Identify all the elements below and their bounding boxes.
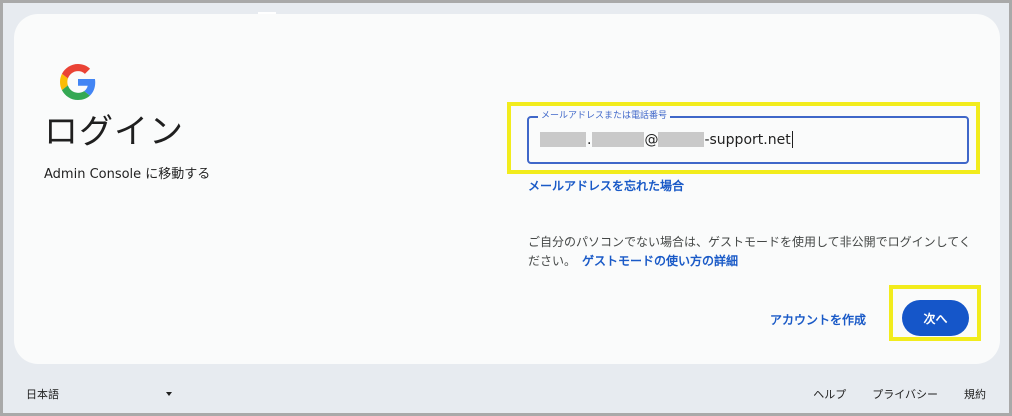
forgot-email-link[interactable]: メールアドレスを忘れた場合 bbox=[528, 177, 684, 194]
redacted-text bbox=[592, 132, 645, 147]
footer-privacy-link[interactable]: プライバシー bbox=[872, 386, 938, 402]
dropdown-arrow-icon bbox=[166, 392, 172, 396]
email-field-label: メールアドレスまたは電話番号 bbox=[538, 110, 671, 122]
email-field[interactable]: メールアドレスまたは電話番号 . @ -support.net bbox=[527, 110, 969, 164]
email-at-sign: @ bbox=[644, 131, 659, 148]
redacted-text bbox=[540, 132, 586, 147]
create-account-link[interactable]: アカウントを作成 bbox=[770, 311, 866, 328]
email-separator-dot: . bbox=[587, 131, 592, 148]
footer-help-link[interactable]: ヘルプ bbox=[813, 386, 846, 402]
footer-terms-link[interactable]: 規約 bbox=[964, 386, 986, 402]
email-field-value[interactable]: . @ -support.net bbox=[540, 131, 793, 148]
google-logo-icon bbox=[60, 64, 96, 100]
window-top-mark bbox=[258, 12, 276, 14]
footer-links: ヘルプ プライバシー 規約 bbox=[813, 386, 986, 402]
redacted-text bbox=[658, 132, 705, 147]
footer: 日本語 ヘルプ プライバシー 規約 bbox=[0, 380, 1012, 408]
text-caret bbox=[791, 131, 793, 148]
language-select[interactable]: 日本語 bbox=[26, 386, 176, 402]
next-button[interactable]: 次へ bbox=[902, 300, 969, 336]
page-title: ログイン bbox=[44, 112, 184, 152]
email-domain-suffix: -support.net bbox=[704, 131, 791, 148]
guest-mode-help-link[interactable]: ゲストモードの使い方の詳細 bbox=[582, 254, 738, 268]
guest-mode-note: ご自分のパソコンでない場合は、ゲストモードを使用して非公開でログインしてください… bbox=[528, 233, 978, 271]
page-subtitle: Admin Console に移動する bbox=[44, 167, 211, 182]
language-select-value: 日本語 bbox=[26, 388, 59, 401]
